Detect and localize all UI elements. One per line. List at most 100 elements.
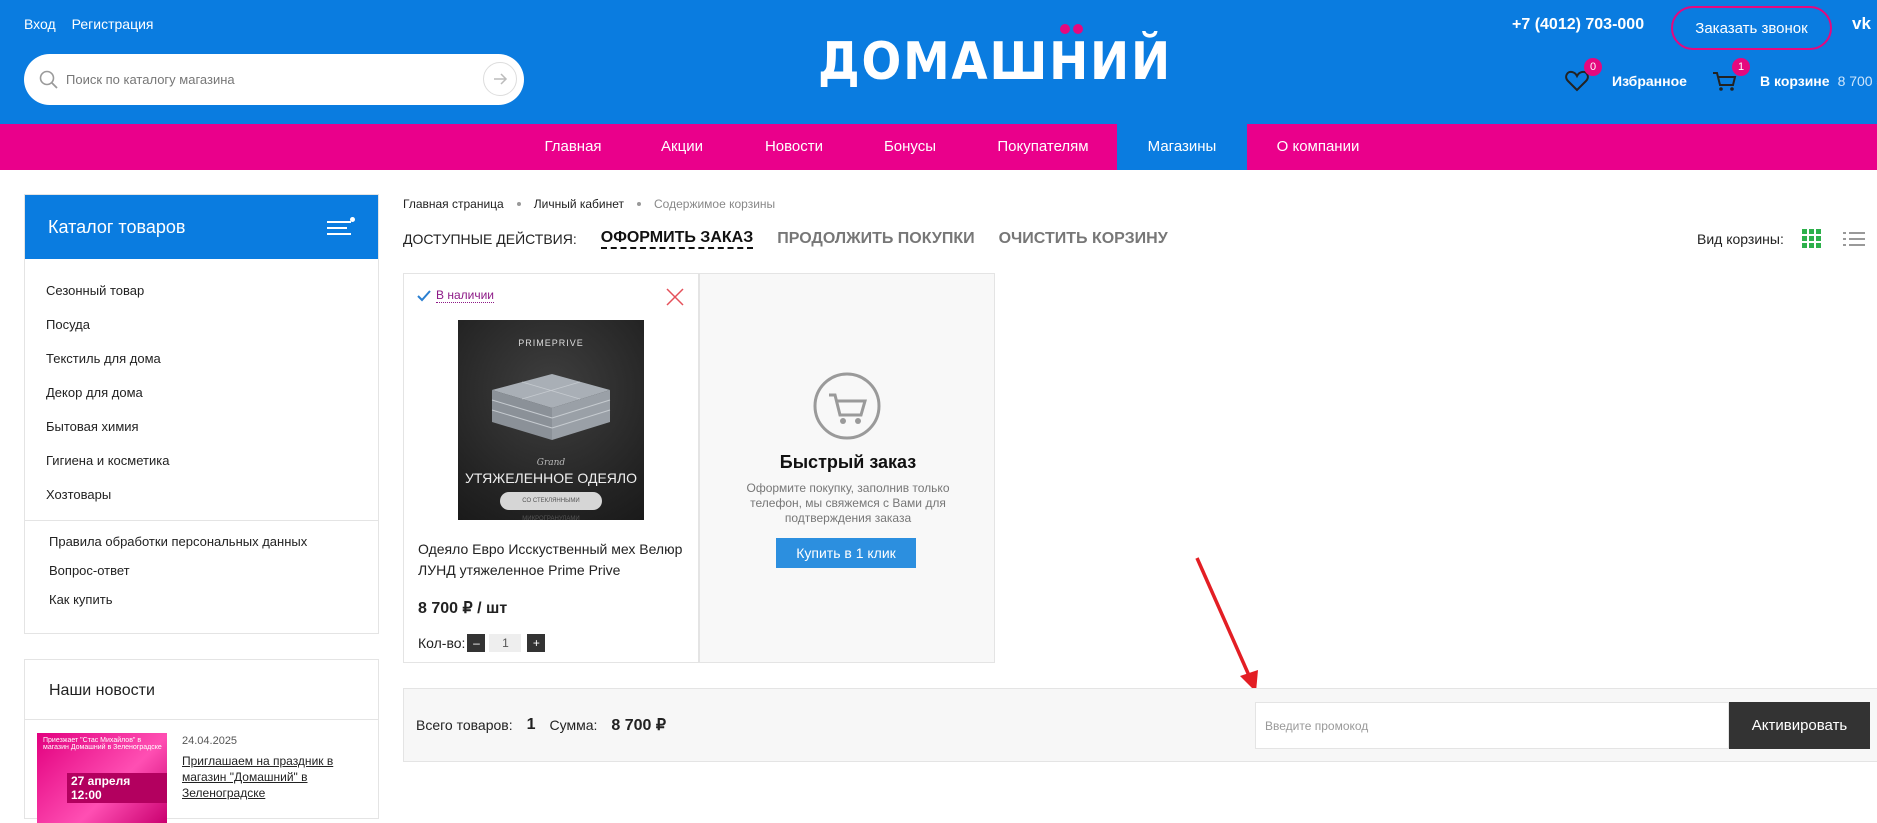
news-panel: Наши новости Приезжает "Стас Михайлов" в… — [24, 659, 379, 823]
summary-totals: Всего товаров: 1 Сумма: 8 700 ₽ — [416, 715, 666, 735]
main-nav: Главная Акции Новости Бонусы Покупателям… — [0, 124, 1877, 170]
checkmark-icon — [417, 289, 431, 301]
quick-order-title: Быстрый заказ — [779, 452, 917, 472]
register-link[interactable]: Регистрация — [72, 16, 154, 32]
search-input[interactable] — [66, 54, 486, 105]
search-box — [24, 54, 524, 105]
favorites-label: Избранное — [1612, 73, 1687, 89]
quick-order-card: Быстрый заказ Оформите покупку, заполнив… — [699, 273, 995, 663]
divider — [25, 520, 378, 521]
sum-label: Сумма: — [549, 717, 598, 733]
search-submit-button[interactable] — [483, 62, 517, 96]
nav-item-promotions[interactable]: Акции — [649, 124, 715, 170]
cart-circle-icon — [813, 372, 881, 440]
callback-button[interactable]: Заказать звонок — [1671, 6, 1832, 50]
nav-item-about[interactable]: О компании — [1270, 124, 1366, 170]
breadcrumb-home[interactable]: Главная страница — [403, 197, 504, 211]
cart-summary: Всего товаров: 1 Сумма: 8 700 ₽ Активиро… — [403, 688, 1877, 762]
quantity-decrease-button[interactable]: – — [467, 634, 486, 652]
favorites-count-badge: 0 — [1584, 58, 1602, 76]
list-view-icon[interactable] — [1842, 230, 1865, 248]
annotation-arrow-icon — [1195, 557, 1258, 692]
quick-order-description: Оформите покупку, заполнив только телефо… — [746, 481, 950, 525]
site-logo[interactable]: ДОМАШНИЙ — [818, 18, 1170, 92]
category-dishes[interactable]: Посуда — [25, 308, 378, 342]
product-image-brand: PRIMEPRIVE — [518, 338, 584, 348]
category-hygiene-cosmetics[interactable]: Гигиена и косметика — [25, 444, 378, 478]
nav-item-customers[interactable]: Покупателям — [988, 124, 1098, 170]
news-link[interactable]: Приглашаем на праздник в магазин "Домашн… — [182, 753, 352, 801]
menu-icon[interactable] — [327, 217, 355, 237]
product-image-title: УТЯЖЕЛЕННОЕ ОДЕЯЛО — [465, 470, 637, 486]
cart-icon-wrap: 1 — [1710, 58, 1750, 96]
cart-count-badge: 1 — [1732, 58, 1750, 76]
privacy-policy-link[interactable]: Правила обработки персональных данных — [25, 527, 378, 556]
header-cart-link[interactable]: 1 В корзине 8 700 ₽ — [1710, 58, 1877, 98]
product-price: 8 700 ₽ / шт — [418, 600, 508, 617]
category-seasonal[interactable]: Сезонный товар — [25, 274, 378, 308]
checkout-button[interactable]: ОФОРМИТЬ ЗАКАЗ — [600, 229, 754, 249]
total-items-label: Всего товаров: — [416, 717, 513, 733]
product-name[interactable]: Одеяло Евро Исскуственный мех Велюр ЛУНД… — [418, 539, 690, 581]
total-items-value: 1 — [526, 716, 536, 733]
availability-status: В наличии — [417, 288, 495, 303]
activate-promo-button[interactable]: Активировать — [1729, 702, 1870, 749]
logo-dot — [1060, 24, 1070, 34]
news-image-date: 27 апреля 12:00 — [67, 773, 167, 803]
logo-dot — [1073, 24, 1083, 34]
nav-item-news[interactable]: Новости — [757, 124, 831, 170]
news-title: Наши новости — [25, 660, 378, 720]
catalog-panel: Каталог товаров Сезонный товар Посуда Те… — [24, 194, 379, 634]
login-link[interactable]: Вход — [24, 16, 56, 32]
news-date: 24.04.2025 — [182, 735, 238, 747]
cart-actions: ДОСТУПНЫЕ ДЕЙСТВИЯ: ОФОРМИТЬ ЗАКАЗ ПРОДО… — [403, 229, 1168, 249]
favorites-link[interactable]: 0 Избранное — [1562, 58, 1687, 98]
actions-label: ДОСТУПНЫЕ ДЕЙСТВИЯ: — [403, 231, 577, 247]
breadcrumb-account[interactable]: Личный кабинет — [534, 197, 624, 211]
category-household-chemicals[interactable]: Бытовая химия — [25, 410, 378, 444]
vk-icon[interactable]: vk — [1852, 14, 1871, 34]
breadcrumb: Главная страница Личный кабинет Содержим… — [403, 197, 775, 211]
site-header: Вход Регистрация ДОМАШНИЙ +7 (4012) 703-… — [0, 0, 1877, 124]
remove-item-icon[interactable] — [665, 287, 685, 307]
blanket-illustration — [491, 374, 611, 440]
phone-number[interactable]: +7 (4012) 703-000 — [1512, 16, 1644, 34]
buy-one-click-button[interactable]: Купить в 1 клик — [776, 538, 916, 568]
quantity-label: Кол-во: — [418, 635, 466, 651]
product-image-pill: СО СТЕКЛЯННЫМИ МИКРОГРАНУЛАМИ — [500, 492, 602, 520]
how-to-buy-link[interactable]: Как купить — [25, 585, 378, 614]
product-image[interactable]: PRIMEPRIVE Grand УТЯЖЕЛЕННОЕ ОДЕЯЛО СО С… — [458, 320, 644, 520]
quantity-increase-button[interactable]: + — [527, 634, 546, 652]
sum-value: 8 700 ₽ — [611, 717, 667, 734]
catalog-title: Каталог товаров — [48, 217, 186, 237]
catalog-header[interactable]: Каталог товаров — [25, 195, 378, 259]
breadcrumb-separator — [637, 202, 642, 206]
cart-view-switch: Вид корзины: — [1697, 229, 1865, 248]
grid-view-icon[interactable] — [1801, 229, 1821, 248]
cart-label: В корзине — [1760, 73, 1830, 89]
favorites-icon-wrap: 0 — [1562, 58, 1602, 96]
category-list: Сезонный товар Посуда Текстиль для дома … — [25, 259, 378, 512]
news-image[interactable]: Приезжает "Стас Михайлов" в магазин Дома… — [37, 733, 167, 823]
continue-shopping-button[interactable]: ПРОДОЛЖИТЬ ПОКУПКИ — [777, 230, 974, 248]
arrow-right-icon — [494, 73, 508, 85]
search-icon — [39, 70, 58, 89]
breadcrumb-separator — [516, 202, 521, 206]
promo-code-input[interactable] — [1255, 702, 1729, 749]
quantity-stepper: Кол-во: – + — [418, 634, 546, 652]
product-image-grand: Grand — [536, 458, 566, 468]
view-label: Вид корзины: — [1697, 230, 1784, 247]
nav-item-home[interactable]: Главная — [533, 124, 613, 170]
faq-link[interactable]: Вопрос-ответ — [25, 556, 378, 585]
nav-item-stores[interactable]: Магазины — [1117, 124, 1247, 170]
category-home-textile[interactable]: Текстиль для дома — [25, 342, 378, 376]
logo-text: ДОМАШНИЙ — [818, 32, 1172, 92]
quantity-input[interactable] — [489, 634, 522, 652]
nav-item-bonuses[interactable]: Бонусы — [873, 124, 947, 170]
clear-cart-button[interactable]: ОЧИСТИТЬ КОРЗИНУ — [999, 230, 1168, 248]
availability-label[interactable]: В наличии — [436, 288, 495, 303]
category-household-goods[interactable]: Хозтовары — [25, 478, 378, 512]
cart-amount: 8 700 ₽ — [1837, 72, 1877, 89]
category-home-decor[interactable]: Декор для дома — [25, 376, 378, 410]
breadcrumb-current: Содержимое корзины — [654, 197, 776, 211]
